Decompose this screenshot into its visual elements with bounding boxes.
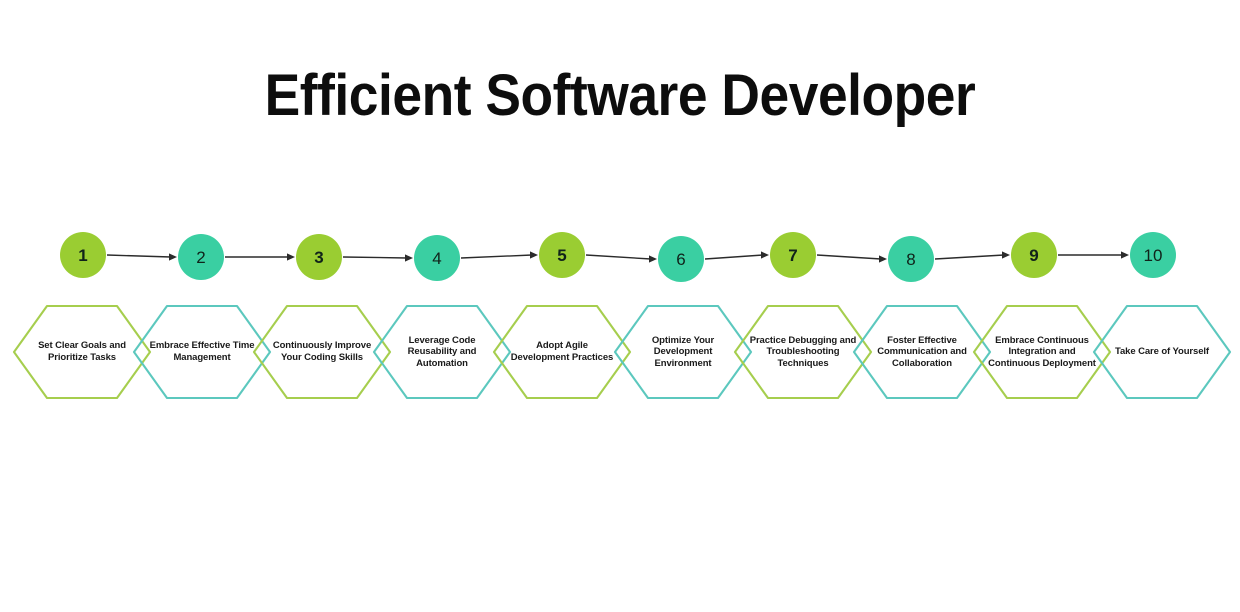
step-hexagon-6[interactable]: Optimize Your Development Environment — [613, 304, 753, 400]
step-label-6: Optimize Your Development Environment — [651, 334, 715, 369]
arrow-connector-9-to-10 — [1058, 206, 1129, 296]
step-number-label: 1 — [78, 245, 88, 265]
process-flow-diagram: 1 2 3 4 5 6 7 8 9 10 Set Clear Goals and Prioriti… — [0, 0, 1240, 612]
step-label-4: Leverage Code Reusability and Automation — [407, 334, 477, 369]
step-number-label: 4 — [432, 248, 442, 268]
arrow-connector-3-to-4 — [343, 206, 413, 296]
arrow-connector-2-to-3 — [225, 206, 295, 296]
arrow-connector-5-to-6 — [586, 206, 657, 296]
step-hexagon-1[interactable]: Set Clear Goals and Prioritize Tasks — [12, 304, 152, 400]
step-hexagon-3[interactable]: Continuously Improve Your Coding Skills — [252, 304, 392, 400]
step-label-9: Embrace Continuous Integration and Conti… — [988, 334, 1096, 369]
step-number-label: 3 — [314, 247, 324, 267]
arrow-connector-7-to-8 — [817, 206, 887, 296]
step-number-label: 10 — [1143, 245, 1163, 265]
step-hexagon-4[interactable]: Leverage Code Reusability and Automation — [372, 304, 512, 400]
step-number-9[interactable]: 9 — [1011, 232, 1057, 278]
step-label-3: Continuously Improve Your Coding Skills — [272, 340, 372, 363]
step-number-6[interactable]: 6 — [658, 236, 704, 282]
step-hexagon-9[interactable]: Embrace Continuous Integration and Conti… — [972, 304, 1112, 400]
step-number-10[interactable]: 10 — [1130, 232, 1176, 278]
step-number-2[interactable]: 2 — [178, 234, 224, 280]
step-hexagon-2[interactable]: Embrace Effective Time Management — [132, 304, 272, 400]
step-number-row: 1 2 3 4 5 6 7 8 9 10 — [0, 206, 1240, 296]
step-label-row: Set Clear Goals and Prioritize Tasks Embr… — [0, 300, 1240, 400]
step-label-2: Embrace Effective Time Management — [149, 340, 255, 363]
step-hexagon-8[interactable]: Foster Effective Communication and Colla… — [852, 304, 992, 400]
step-number-7[interactable]: 7 — [770, 232, 816, 278]
step-number-label: 7 — [788, 245, 798, 265]
step-number-5[interactable]: 5 — [539, 232, 585, 278]
step-number-label: 2 — [196, 247, 206, 267]
step-number-8[interactable]: 8 — [888, 236, 934, 282]
arrow-connector-1-to-2 — [107, 206, 177, 296]
step-number-3[interactable]: 3 — [296, 234, 342, 280]
step-number-4[interactable]: 4 — [414, 235, 460, 281]
arrow-connector-4-to-5 — [461, 206, 538, 296]
step-label-10: Take Care of Yourself — [1115, 346, 1209, 358]
step-number-label: 8 — [906, 249, 916, 269]
step-label-7: Practice Debugging and Troubleshooting T… — [749, 334, 857, 369]
arrow-connector-6-to-7 — [705, 206, 769, 296]
step-number-label: 6 — [676, 249, 686, 269]
step-hexagon-10[interactable]: Take Care of Yourself — [1092, 304, 1232, 400]
step-number-label: 5 — [557, 245, 567, 265]
step-hexagon-5[interactable]: Adopt Agile Development Practices — [492, 304, 632, 400]
step-label-1: Set Clear Goals and Prioritize Tasks — [38, 340, 126, 363]
step-label-5: Adopt Agile Development Practices — [510, 340, 614, 363]
step-label-8: Foster Effective Communication and Colla… — [877, 334, 967, 369]
step-number-label: 9 — [1029, 245, 1039, 265]
arrow-connector-8-to-9 — [935, 206, 1010, 296]
step-number-1[interactable]: 1 — [60, 232, 106, 278]
